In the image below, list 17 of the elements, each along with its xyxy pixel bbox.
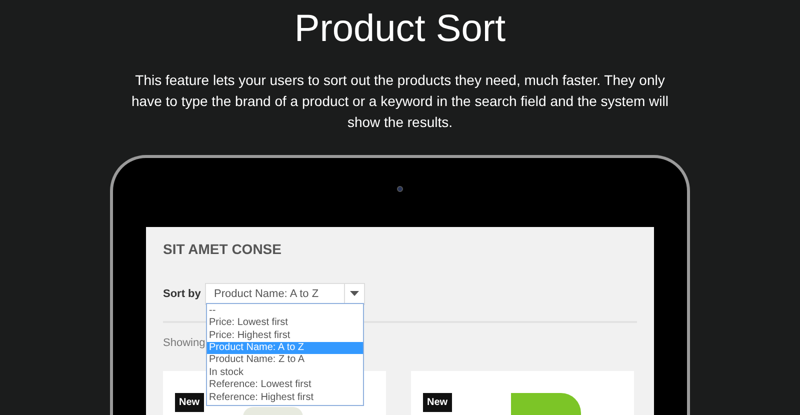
sort-option[interactable]: Price: Highest first	[207, 330, 363, 342]
sort-option[interactable]: Reference: Lowest first	[207, 379, 363, 392]
page-title: Product Sort	[294, 7, 506, 52]
feature-description: This feature lets your users to sort out the products they need, much faster. They only have to type the brand of a product or a keyword in the search field and the system will show the results.	[130, 71, 670, 132]
category-heading: SIT AMET CONSE	[163, 240, 282, 259]
sort-option[interactable]: Product Name: Z to A	[207, 354, 363, 367]
camera-icon	[397, 186, 403, 192]
sort-label: Sort by	[163, 286, 202, 302]
new-badge: New	[423, 393, 452, 412]
caret-icon	[350, 291, 359, 296]
new-badge: New	[175, 393, 204, 412]
sort-option[interactable]: In stock	[207, 366, 363, 380]
sort-option[interactable]: --	[207, 304, 363, 318]
sort-select[interactable]: Product Name: A to Z	[205, 282, 365, 305]
showing-text: Showing	[163, 336, 206, 351]
sort-option[interactable]: Reference: Highest first	[207, 392, 363, 404]
sort-option[interactable]: Price: Lowest first	[207, 317, 363, 330]
